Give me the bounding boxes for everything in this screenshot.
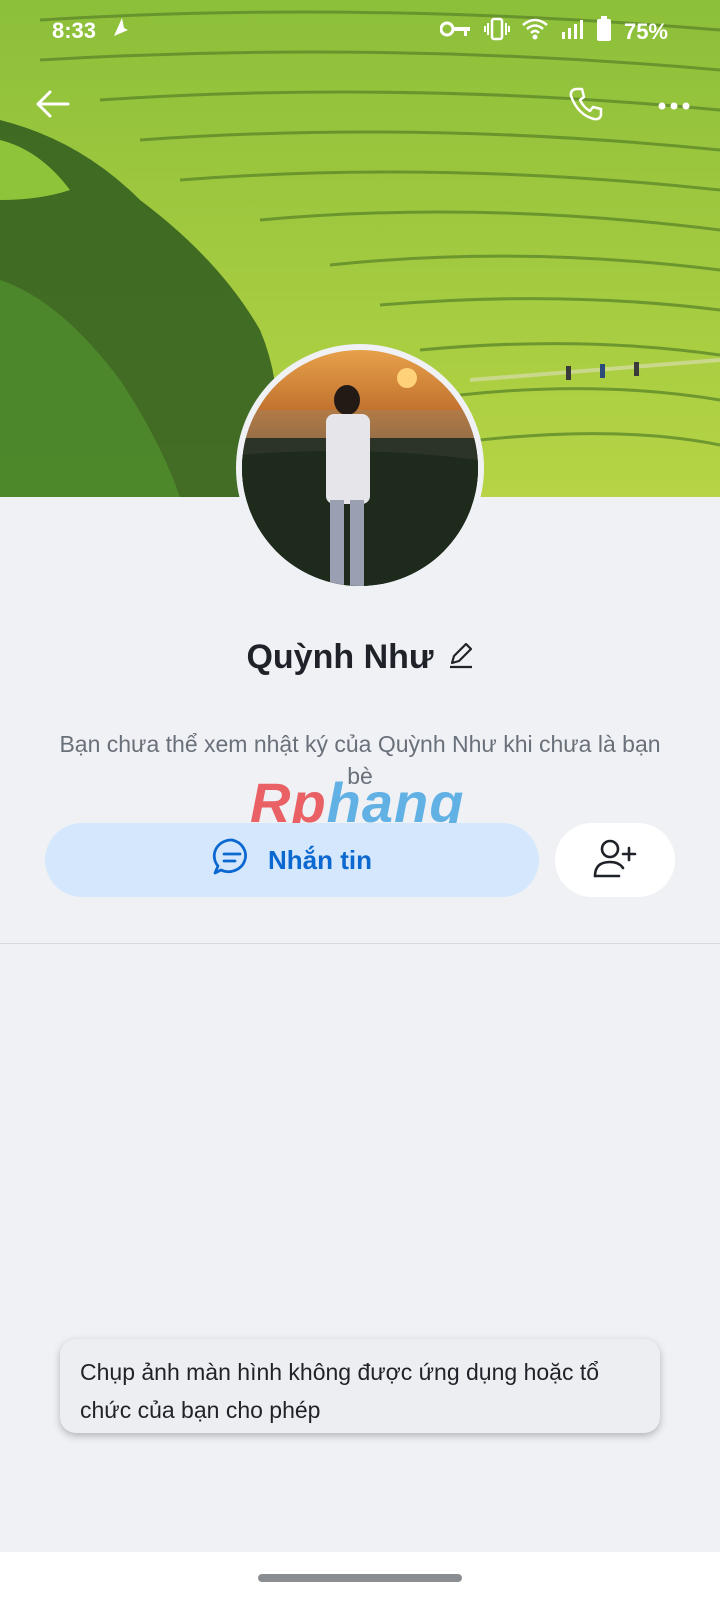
vibrate-icon <box>483 17 510 47</box>
add-friend-button[interactable] <box>555 823 675 897</box>
wifi-icon <box>522 18 548 46</box>
status-time: 8:33 <box>52 18 97 43</box>
avatar[interactable] <box>236 344 484 592</box>
battery-icon <box>596 16 612 48</box>
arrow-left-icon <box>34 88 70 125</box>
navigation-arrow-icon <box>112 16 130 44</box>
more-button[interactable] <box>650 82 698 130</box>
battery-percent: 75% <box>623 19 668 44</box>
back-button[interactable] <box>28 82 76 130</box>
chat-bubble-icon <box>212 837 252 884</box>
profile-name-row: Quỳnh Như <box>0 638 720 677</box>
home-gesture-handle[interactable] <box>258 1574 462 1582</box>
call-button[interactable] <box>562 82 610 130</box>
user-plus-icon <box>593 838 637 883</box>
pencil-icon[interactable] <box>448 641 474 674</box>
toast-message: Chụp ảnh màn hình không được ứng dụng ho… <box>60 1339 660 1433</box>
divider <box>0 943 720 944</box>
status-bar: 8:33 75% <box>0 0 720 62</box>
key-icon <box>439 19 472 45</box>
profile-name: Quỳnh Như <box>246 638 434 676</box>
message-button[interactable]: Nhắn tin <box>45 823 539 897</box>
more-horizontal-icon <box>658 97 690 115</box>
signal-icon <box>560 18 584 46</box>
message-button-label: Nhắn tin <box>268 844 372 875</box>
phone-icon <box>568 86 604 127</box>
